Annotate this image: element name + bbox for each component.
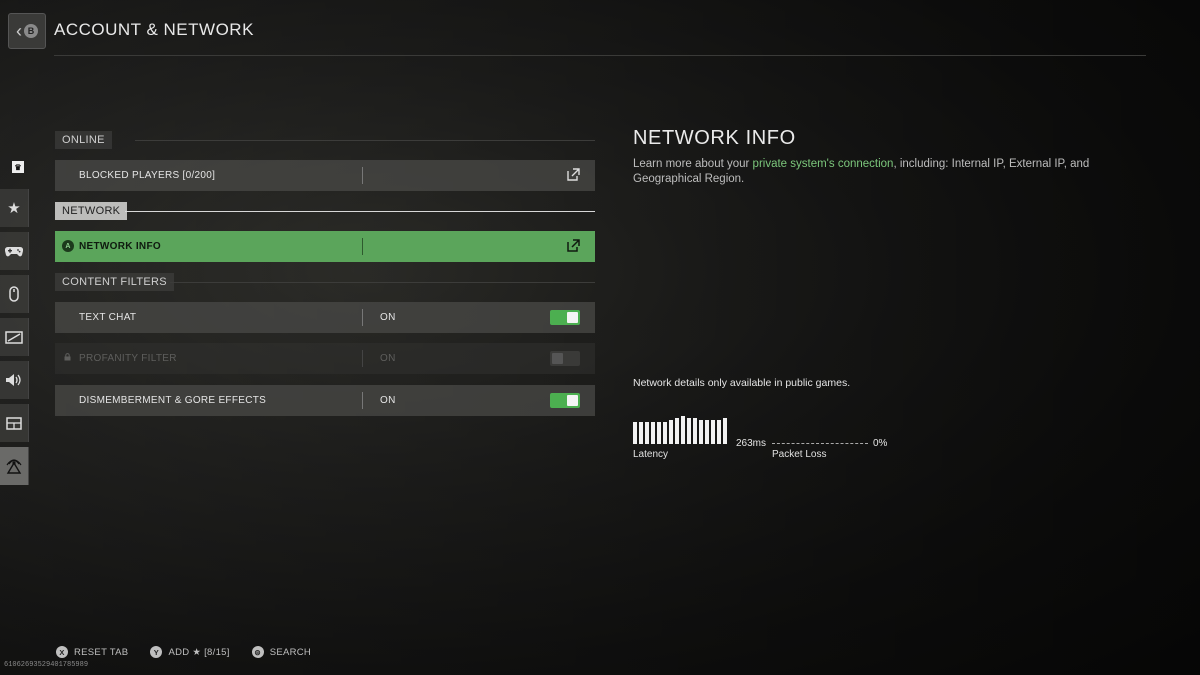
nav-audio[interactable] — [0, 361, 29, 399]
interface-icon — [6, 416, 22, 430]
latency-bar — [681, 416, 685, 444]
row-label: TEXT CHAT — [79, 312, 137, 323]
packet-loss-value: 0% — [873, 438, 888, 449]
audio-icon — [6, 374, 21, 386]
latency-bar — [693, 418, 697, 444]
latency-bar — [663, 422, 667, 444]
lock-icon — [64, 353, 71, 361]
add-favorite-hint[interactable]: Y ADD ★ [8/15] — [150, 646, 229, 658]
search-button-icon: ⊜ — [251, 646, 264, 658]
build-id: 6106269352940178598​9 — [4, 661, 89, 669]
header-divider — [54, 55, 1146, 56]
external-link-icon — [567, 168, 580, 181]
row-divider — [362, 238, 363, 255]
nav-graphics[interactable] — [0, 318, 29, 356]
y-button-icon: Y — [150, 646, 163, 658]
latency-bar — [675, 418, 679, 444]
row-divider — [362, 392, 363, 409]
hint-label: SEARCH — [269, 646, 312, 658]
row-value: ON — [380, 312, 396, 323]
latency-bar — [687, 418, 691, 444]
toggle-knob — [567, 312, 578, 323]
text-chat-row[interactable]: TEXT CHAT ON — [55, 302, 595, 333]
external-link-icon — [567, 239, 580, 252]
latency-label: Latency — [633, 449, 669, 460]
a-button-icon: A — [62, 240, 74, 252]
back-button[interactable]: ‹ B — [8, 13, 46, 49]
info-title: NETWORK INFO — [633, 127, 796, 149]
blocked-players-row[interactable]: BLOCKED PLAYERS [0/200] — [55, 160, 595, 191]
search-hint[interactable]: ⊜ SEARCH — [251, 646, 312, 658]
gamepad-icon — [5, 246, 23, 257]
latency-bar — [717, 420, 721, 444]
gore-effects-toggle[interactable] — [550, 393, 580, 408]
hint-label: ADD ★ [8/15] — [168, 646, 230, 658]
latency-bar — [633, 422, 637, 444]
star-icon: ★ — [7, 200, 21, 217]
network-info-row[interactable]: A NETWORK INFO — [55, 231, 595, 262]
latency-bar — [657, 422, 661, 444]
latency-bar — [705, 420, 709, 444]
section-content-filters: CONTENT FILTERS — [55, 273, 595, 291]
nav-interface[interactable] — [0, 404, 29, 442]
section-label: NETWORK — [55, 202, 128, 220]
section-rule — [135, 140, 595, 141]
row-value: ON — [380, 353, 396, 364]
account-badge-icon: ♛ — [12, 161, 24, 173]
nav-favorites[interactable]: ★ — [0, 189, 29, 227]
info-note: Network details only available in public… — [633, 377, 851, 389]
row-value: ON — [380, 395, 396, 406]
latency-bar — [711, 420, 715, 444]
nav-mouse-keyboard[interactable] — [0, 275, 29, 313]
page-title: ACCOUNT & NETWORK — [54, 20, 254, 39]
section-online: ONLINE — [55, 131, 595, 149]
packet-loss-label: Packet Loss — [772, 449, 827, 460]
background-vignette — [0, 0, 1200, 675]
toggle-knob — [567, 395, 578, 406]
mouse-icon — [9, 286, 19, 302]
reset-tab-hint[interactable]: X RESET TAB — [56, 646, 128, 658]
latency-bar — [651, 422, 655, 444]
section-label: CONTENT FILTERS — [55, 273, 174, 291]
latency-bar — [645, 422, 649, 444]
packet-loss-dashes — [772, 443, 868, 444]
profanity-filter-toggle — [550, 351, 580, 366]
latency-bar — [669, 420, 673, 444]
section-label: ONLINE — [55, 131, 112, 149]
row-divider — [362, 350, 363, 367]
section-rule — [170, 282, 595, 283]
desc-text: Learn more about your — [633, 158, 753, 170]
latency-bar — [699, 420, 703, 444]
section-network: NETWORK — [55, 202, 595, 220]
latency-bars — [633, 416, 733, 444]
nav-account-network[interactable] — [0, 447, 29, 485]
hint-label: RESET TAB — [74, 646, 129, 658]
text-chat-toggle[interactable] — [550, 310, 580, 325]
section-rule — [125, 211, 595, 212]
row-label: NETWORK INFO — [79, 241, 161, 252]
graphics-icon — [5, 330, 23, 344]
network-icon — [6, 459, 22, 474]
latency-value: 263ms — [736, 438, 767, 449]
chevron-left-icon: ‹ — [16, 20, 22, 41]
row-label: DISMEMBERMENT & GORE EFFECTS — [79, 395, 267, 406]
latency-bar — [723, 418, 727, 444]
desc-highlight-link: private system's connection — [752, 158, 894, 170]
x-button-icon: X — [56, 646, 68, 658]
gore-effects-row[interactable]: DISMEMBERMENT & GORE EFFECTS ON — [55, 385, 595, 416]
profanity-filter-row: PROFANITY FILTER ON — [55, 343, 595, 374]
row-divider — [362, 167, 363, 184]
row-label: PROFANITY FILTER — [79, 353, 177, 364]
row-divider — [362, 309, 363, 326]
latency-bar — [639, 422, 643, 444]
nav-controller[interactable] — [0, 232, 29, 270]
toggle-knob — [552, 353, 563, 364]
row-label: BLOCKED PLAYERS [0/200] — [79, 170, 216, 181]
b-button-icon: B — [24, 24, 38, 38]
info-description: Learn more about your private system's c… — [633, 157, 1103, 187]
footer-hints: X RESET TAB Y ADD ★ [8/15] ⊜ SEARCH — [56, 646, 333, 658]
